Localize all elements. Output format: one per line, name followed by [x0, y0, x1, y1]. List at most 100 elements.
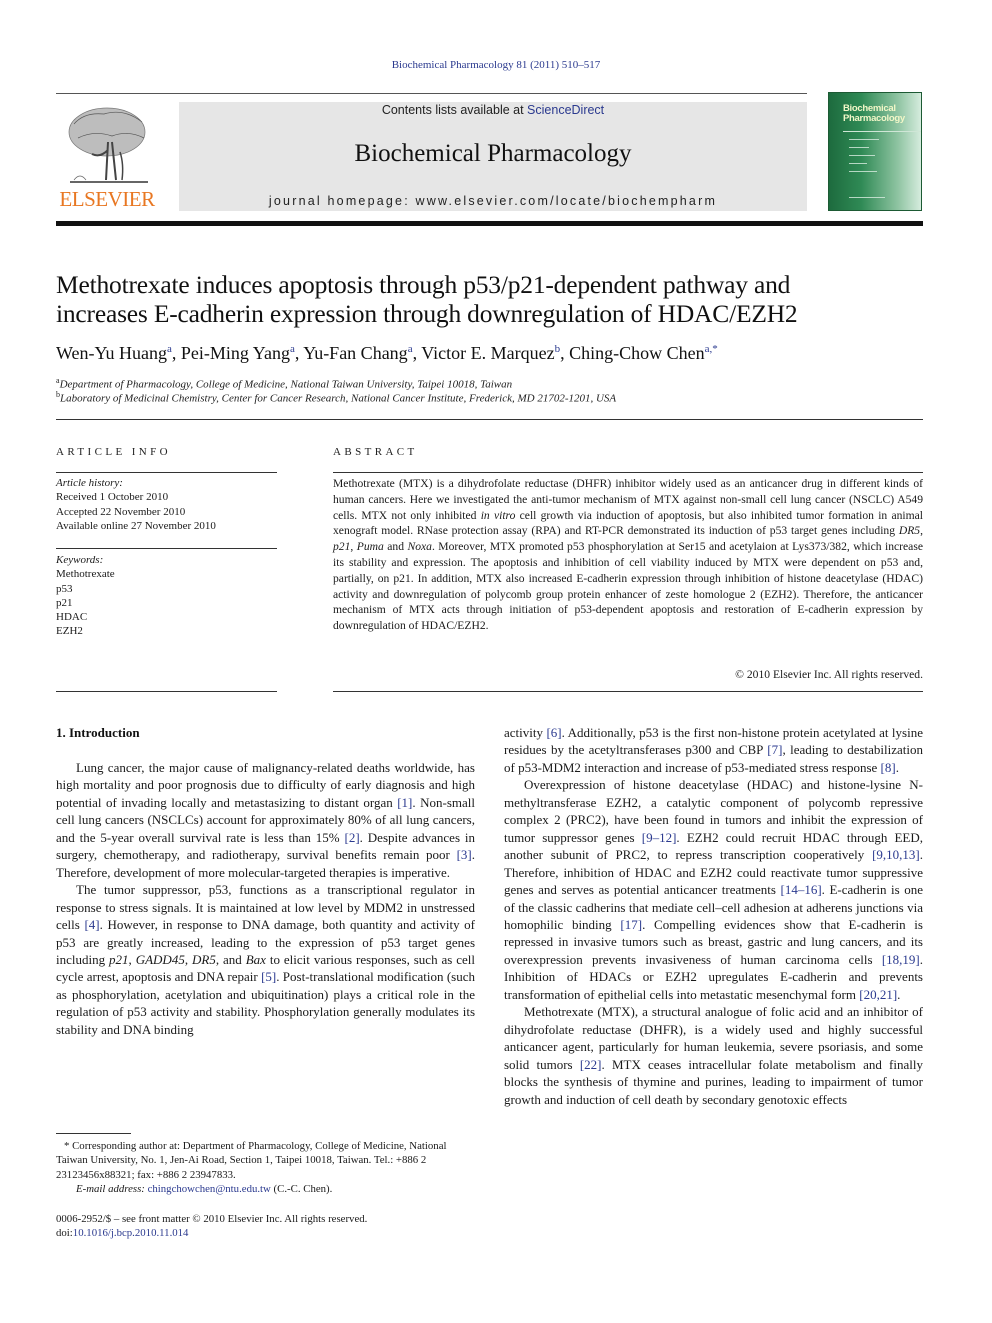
gene-name: Noxa — [407, 540, 432, 554]
text-segment: , — [128, 951, 136, 967]
cover-stripe — [843, 131, 921, 132]
author-name[interactable]: Wen-Yu Huang — [56, 343, 167, 363]
citation-link[interactable]: [6] — [546, 725, 561, 740]
doi-line: doi:10.1016/j.bcp.2010.11.014 — [56, 1226, 475, 1240]
cover-text-line — [849, 197, 885, 198]
body-column-left: Lung cancer, the major cause of malignan… — [56, 759, 475, 1038]
keywords-label: Keywords: — [56, 554, 104, 566]
gene-name: DR5 — [898, 524, 921, 538]
keywords-divider — [56, 548, 277, 549]
keywords: Keywords: Methotrexate p53 p21 HDAC EZH2 — [56, 553, 277, 639]
author-affiliation-mark[interactable]: b — [555, 343, 561, 355]
gene-name: DR5 — [192, 951, 216, 967]
citation-link[interactable]: [3] — [457, 847, 472, 862]
header-thick-rule — [56, 221, 923, 226]
article-title-line1: Methotrexate induces apoptosis through p… — [56, 270, 791, 299]
paragraph: Methotrexate (MTX), a structural analogu… — [504, 1003, 923, 1108]
citation-link[interactable]: [9–12] — [642, 830, 677, 845]
email-suffix: (C.-C. Chen). — [270, 1182, 333, 1195]
author-name[interactable]: Victor E. Marquez — [421, 343, 554, 363]
cover-text-line — [849, 139, 879, 140]
citation-link[interactable]: [14–16] — [780, 882, 821, 897]
abstract-italic: in vitro — [480, 508, 516, 522]
author-affiliation-mark[interactable]: a — [408, 343, 413, 355]
issn-line: 0006-2952/$ – see front matter © 2010 El… — [56, 1213, 368, 1225]
citation-link[interactable]: [7] — [767, 742, 782, 757]
abstract-bottom-rule — [333, 691, 923, 692]
author-affiliation-mark[interactable]: a — [167, 343, 172, 355]
abstract-segment: , — [920, 524, 923, 538]
gene-name: Bax — [245, 951, 266, 967]
keyword: HDAC — [56, 611, 88, 624]
journal-reference[interactable]: Biochemical Pharmacology 81 (2011) 510–5… — [0, 59, 992, 71]
affiliation-text: Department of Pharmacology, College of M… — [59, 378, 513, 391]
gene-name: GADD45 — [135, 951, 185, 967]
paragraph: The tumor suppressor, p53, functions as … — [56, 881, 475, 1038]
abstract-copyright: © 2010 Elsevier Inc. All rights reserved… — [735, 668, 923, 681]
elsevier-tree-icon — [68, 107, 148, 183]
citation-link[interactable]: [5] — [261, 969, 276, 984]
cover-title: Biochemical Pharmacology — [843, 104, 905, 124]
citation-link[interactable]: [22] — [580, 1057, 602, 1072]
gene-name: p21 — [333, 540, 351, 554]
journal-homepage[interactable]: journal homepage: www.elsevier.com/locat… — [179, 194, 807, 208]
author-name[interactable]: Yu-Fan Chang — [303, 343, 408, 363]
citation-link[interactable]: [18,19] — [882, 952, 920, 967]
journal-title: Biochemical Pharmacology — [354, 140, 632, 167]
keyword: p53 — [56, 582, 73, 595]
journal-cover-thumbnail[interactable]: Biochemical Pharmacology — [828, 92, 922, 211]
keyword: EZH2 — [56, 625, 83, 638]
cover-text-line — [849, 171, 877, 172]
citation-link[interactable]: [4] — [84, 917, 99, 932]
sciencedirect-link[interactable]: ScienceDirect — [527, 103, 604, 117]
keyword: p21 — [56, 596, 73, 609]
affiliation-a: aDepartment of Pharmacology, College of … — [56, 376, 512, 391]
citation-link[interactable]: [1] — [397, 795, 412, 810]
text-segment: . — [895, 759, 899, 775]
cover-text-line — [849, 155, 875, 156]
header-divider — [56, 93, 807, 94]
author-affiliation-mark[interactable]: a — [290, 343, 295, 355]
author-name[interactable]: Pei-Ming Yang — [181, 343, 290, 363]
journal-header-box: Contents lists available at ScienceDirec… — [179, 102, 807, 211]
text-segment: . — [897, 986, 901, 1002]
front-matter: 0006-2952/$ – see front matter © 2010 El… — [56, 1212, 475, 1241]
author-name[interactable]: Ching-Chow Chen — [569, 343, 705, 363]
email-label: E-mail address: — [76, 1182, 148, 1195]
online-date: Available online 27 November 2010 — [56, 519, 216, 532]
paragraph-continued: activity [6]. Additionally, p53 is the f… — [504, 724, 923, 776]
received-date: Received 1 October 2010 — [56, 491, 169, 504]
email-line: E-mail address: chingchowchen@ntu.edu.tw… — [56, 1182, 475, 1196]
email-link[interactable]: chingchowchen@ntu.edu.tw — [148, 1183, 271, 1195]
article-title-line2: increases E-cadherin expression through … — [56, 299, 798, 328]
corresponding-author-text: * Corresponding author at: Department of… — [56, 1140, 447, 1181]
article-title: Methotrexate induces apoptosis through p… — [56, 270, 936, 328]
gene-name: Puma — [356, 540, 384, 554]
abstract-text: Methotrexate (MTX) is a dihydrofolate re… — [333, 476, 923, 634]
affiliation-b: bLaboratory of Medicinal Chemistry, Cent… — [56, 390, 616, 405]
doi-link[interactable]: 10.1016/j.bcp.2010.11.014 — [73, 1227, 189, 1239]
citation-link[interactable]: [20,21] — [859, 987, 897, 1002]
cover-title-line2: Pharmacology — [843, 113, 905, 124]
citation-link[interactable]: [9,10,13] — [872, 847, 920, 862]
gene-name: p21 — [109, 951, 129, 967]
cover-text-line — [849, 163, 867, 164]
citation-link[interactable]: [17] — [620, 917, 642, 932]
abstract-heading: ABSTRACT — [333, 446, 418, 458]
author-list: Wen-Yu Huanga, Pei-Ming Yanga, Yu-Fan Ch… — [56, 343, 718, 363]
text-segment: activity — [504, 725, 547, 740]
elsevier-logo[interactable]: ELSEVIER — [56, 100, 158, 212]
elsevier-wordmark: ELSEVIER — [59, 187, 155, 211]
article-history-label: Article history: — [56, 477, 123, 489]
affiliation-text: Laboratory of Medicinal Chemistry, Cente… — [60, 392, 617, 405]
article-info-bottom-rule — [56, 691, 277, 692]
corresponding-author-footnote: * Corresponding author at: Department of… — [56, 1139, 475, 1196]
article-info-divider — [56, 472, 277, 473]
paragraph: Lung cancer, the major cause of malignan… — [56, 759, 475, 881]
section-heading-introduction: 1. Introduction — [56, 725, 140, 740]
affiliation-divider — [56, 419, 923, 420]
paragraph: Overexpression of histone deacetylase (H… — [504, 776, 923, 1003]
citation-link[interactable]: [8] — [881, 760, 896, 775]
author-affiliation-mark[interactable]: a,* — [705, 343, 718, 355]
citation-link[interactable]: [2] — [344, 830, 359, 845]
